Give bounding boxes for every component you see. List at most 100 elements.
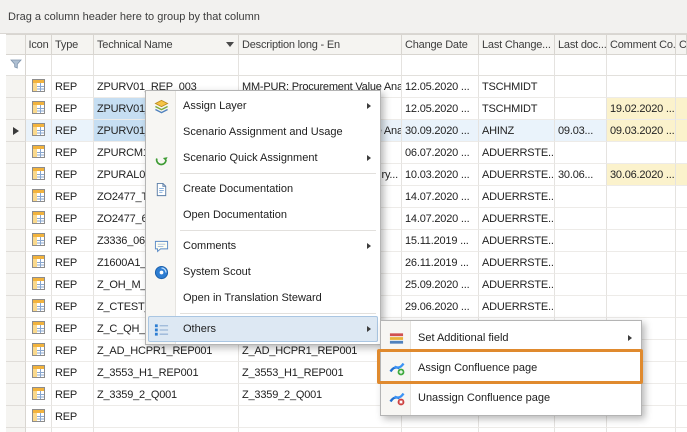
edge-cell[interactable] <box>676 362 687 384</box>
icon-cell[interactable] <box>26 76 52 98</box>
column-header-change-date[interactable]: Change Date <box>402 34 479 55</box>
change-date-cell[interactable]: 12.05.2020 ... <box>402 98 479 120</box>
last-change-cell[interactable]: ADUERRSTE... <box>479 164 555 186</box>
comment-cell[interactable]: 09.03.2020 ... <box>607 120 676 142</box>
description-cell[interactable]: Z_3359_2_Q001 <box>239 384 402 406</box>
last-change-cell[interactable]: ADUERRSTE... <box>479 142 555 164</box>
last-doc-cell[interactable]: 09.03... <box>555 120 607 142</box>
type-cell[interactable]: REP <box>52 120 94 142</box>
last-doc-cell[interactable] <box>555 230 607 252</box>
filter-cell[interactable] <box>607 55 676 76</box>
icon-cell[interactable] <box>26 384 52 406</box>
type-cell[interactable]: REP <box>52 230 94 252</box>
icon-cell[interactable] <box>26 98 52 120</box>
change-date-cell[interactable] <box>402 428 479 432</box>
type-cell[interactable]: REP <box>52 208 94 230</box>
comment-cell[interactable]: 30.06.2020 ... <box>607 164 676 186</box>
edge-cell[interactable] <box>676 164 687 186</box>
icon-cell[interactable] <box>26 296 52 318</box>
column-header-last-change[interactable]: Last Change... <box>479 34 555 55</box>
comment-cell[interactable]: 19.02.2020 ... <box>607 98 676 120</box>
technical-name-cell[interactable]: Z_3553_H1_REP001 <box>94 362 239 384</box>
icon-cell[interactable] <box>26 318 52 340</box>
edge-cell[interactable] <box>676 120 687 142</box>
icon-cell[interactable] <box>26 428 52 432</box>
edge-cell[interactable] <box>676 274 687 296</box>
icon-cell[interactable] <box>26 142 52 164</box>
edge-cell[interactable] <box>676 296 687 318</box>
menu-item-comments[interactable]: Comments <box>148 233 378 259</box>
edge-cell[interactable] <box>676 142 687 164</box>
edge-cell[interactable] <box>676 98 687 120</box>
column-header-description[interactable]: Description long - En <box>239 34 402 55</box>
type-cell[interactable]: REP <box>52 406 94 428</box>
last-change-cell[interactable]: ADUERRSTE... <box>479 274 555 296</box>
filter-cell[interactable] <box>402 55 479 76</box>
edge-cell[interactable] <box>676 252 687 274</box>
type-cell[interactable]: REP <box>52 76 94 98</box>
edge-cell[interactable] <box>676 318 687 340</box>
filter-cell[interactable] <box>26 55 52 76</box>
type-cell[interactable]: REP <box>52 340 94 362</box>
type-cell[interactable]: REP <box>52 384 94 406</box>
change-date-cell[interactable]: 14.07.2020 ... <box>402 186 479 208</box>
comment-cell[interactable] <box>607 274 676 296</box>
last-change-cell[interactable]: ADUERRSTE... <box>479 208 555 230</box>
column-header-comment[interactable]: Comment Co... <box>607 34 676 55</box>
menu-item-unassign-confluence-page[interactable]: Unassign Confluence page <box>383 383 639 413</box>
last-doc-cell[interactable] <box>555 296 607 318</box>
edge-cell[interactable] <box>676 208 687 230</box>
filter-cell[interactable] <box>555 55 607 76</box>
menu-item-set-additional-field[interactable]: Set Additional field <box>383 323 639 353</box>
icon-cell[interactable] <box>26 406 52 428</box>
change-date-cell[interactable]: 26.11.2019 ... <box>402 252 479 274</box>
last-doc-cell[interactable] <box>555 76 607 98</box>
change-date-cell[interactable]: 12.05.2020 ... <box>402 76 479 98</box>
type-cell[interactable]: REP <box>52 164 94 186</box>
last-doc-cell[interactable] <box>555 186 607 208</box>
technical-name-cell[interactable]: Z_3359_2_Q001 <box>94 384 239 406</box>
icon-cell[interactable] <box>26 230 52 252</box>
last-doc-cell[interactable] <box>555 252 607 274</box>
type-cell[interactable]: REP <box>52 318 94 340</box>
menu-item-open-documentation[interactable]: Open Documentation <box>148 202 378 228</box>
type-cell[interactable]: REP <box>52 98 94 120</box>
type-cell[interactable]: REP <box>52 186 94 208</box>
column-header-icon[interactable]: Icon <box>26 34 52 55</box>
table-row[interactable] <box>6 428 687 432</box>
comment-cell[interactable] <box>607 296 676 318</box>
type-cell[interactable]: REP <box>52 296 94 318</box>
comment-cell[interactable] <box>607 428 676 432</box>
icon-cell[interactable] <box>26 186 52 208</box>
edge-cell[interactable] <box>676 428 687 432</box>
last-change-cell[interactable]: ADUERRSTE... <box>479 230 555 252</box>
menu-item-assign-layer[interactable]: Assign Layer <box>148 93 378 119</box>
description-cell[interactable]: Z_3553_H1_REP001 <box>239 362 402 384</box>
last-doc-cell[interactable]: 30.06... <box>555 164 607 186</box>
edge-cell[interactable] <box>676 384 687 406</box>
menu-item-create-documentation[interactable]: Create Documentation <box>148 176 378 202</box>
comment-cell[interactable] <box>607 142 676 164</box>
column-header-type[interactable]: Type <box>52 34 94 55</box>
change-date-cell[interactable]: 15.11.2019 ... <box>402 230 479 252</box>
icon-cell[interactable] <box>26 164 52 186</box>
icon-cell[interactable] <box>26 340 52 362</box>
column-header-blank[interactable] <box>6 34 26 55</box>
last-doc-cell[interactable] <box>555 98 607 120</box>
type-cell[interactable]: REP <box>52 252 94 274</box>
last-change-cell[interactable]: ADUERRSTE... <box>479 252 555 274</box>
last-change-cell[interactable]: ADUERRSTE... <box>479 296 555 318</box>
filter-row-indicator[interactable] <box>6 55 26 76</box>
last-doc-cell[interactable] <box>555 274 607 296</box>
last-change-cell[interactable] <box>479 428 555 432</box>
filter-cell[interactable] <box>94 55 239 76</box>
icon-cell[interactable] <box>26 274 52 296</box>
change-date-cell[interactable]: 30.09.2020 ... <box>402 120 479 142</box>
group-by-bar[interactable]: Drag a column header here to group by th… <box>0 0 687 34</box>
filter-cell[interactable] <box>52 55 94 76</box>
technical-name-cell[interactable] <box>94 406 239 428</box>
last-doc-cell[interactable] <box>555 208 607 230</box>
menu-item-assign-confluence-page[interactable]: Assign Confluence page <box>383 353 639 383</box>
last-doc-cell[interactable] <box>555 428 607 432</box>
change-date-cell[interactable]: 14.07.2020 ... <box>402 208 479 230</box>
